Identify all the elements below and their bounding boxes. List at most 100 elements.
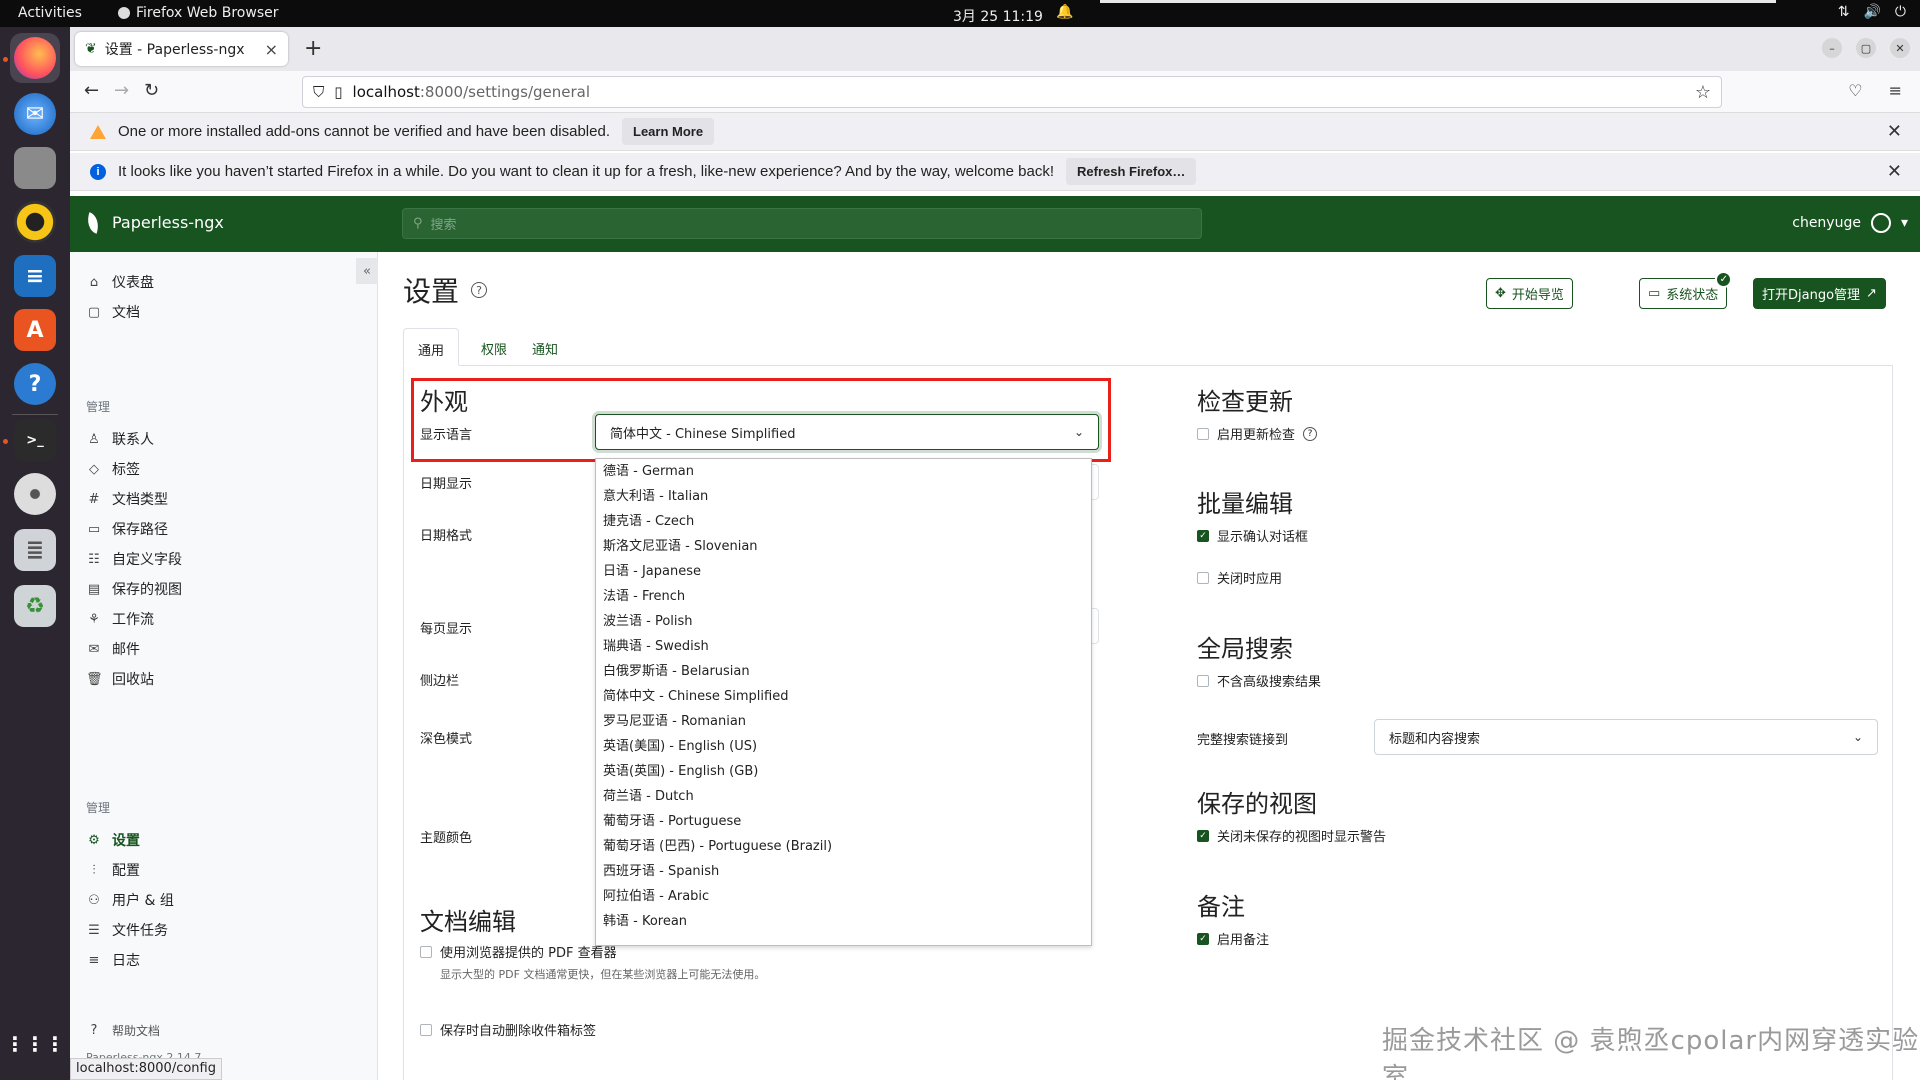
checkbox-box[interactable] xyxy=(1197,674,1209,687)
language-option[interactable]: 白俄罗斯语 - Belarusian xyxy=(596,659,1091,684)
network-icon[interactable]: ⇅ xyxy=(1838,4,1850,20)
checkbox-box[interactable] xyxy=(1197,427,1209,440)
dock-rhythmbox[interactable] xyxy=(10,197,60,247)
show-confirm-dialog-checkbox[interactable]: ✓ 显示确认对话框 xyxy=(1197,526,1308,545)
browser-tab[interactable]: ❦ 设置 - Paperless-ngx × xyxy=(75,32,288,66)
language-option[interactable]: 波兰语 - Polish xyxy=(596,609,1091,634)
checkbox-box[interactable] xyxy=(420,945,432,958)
maximize-button[interactable]: ▢ xyxy=(1856,38,1876,58)
dock-firefox[interactable] xyxy=(10,33,60,83)
checkbox-box[interactable] xyxy=(1197,571,1209,584)
open-django-admin-button[interactable]: 打开Django管理 ↗ xyxy=(1753,278,1886,309)
close-window-button[interactable]: ✕ xyxy=(1890,38,1910,58)
sidebar-item-settings[interactable]: ⚙ 设置 xyxy=(86,830,140,850)
checkbox-box-checked[interactable]: ✓ xyxy=(1197,829,1209,842)
unsaved-warning-checkbox[interactable]: ✓ 关闭未保存的视图时显示警告 xyxy=(1197,826,1386,845)
new-tab-button[interactable]: + xyxy=(304,36,322,61)
language-option[interactable]: 罗马尼亚语 - Romanian xyxy=(596,709,1091,734)
system-tray[interactable]: ⇅ 🔊 ⏻ xyxy=(1838,4,1906,20)
dock-thunderbird[interactable]: ✉ xyxy=(10,89,60,139)
update-check-checkbox[interactable]: 启用更新检查? xyxy=(1197,424,1318,443)
dock-terminal[interactable]: >_ xyxy=(10,415,60,465)
question-circle-icon[interactable]: ? xyxy=(1303,426,1318,441)
language-option[interactable]: 法语 - French xyxy=(596,584,1091,609)
notification-bell-icon[interactable]: 🔔 xyxy=(1056,4,1073,20)
shield-icon[interactable]: ⛉ xyxy=(313,83,324,101)
language-option[interactable]: 韩语 - Korean xyxy=(596,909,1091,934)
sidebar-item-logs[interactable]: ≡ 日志 xyxy=(86,950,140,970)
dock-help[interactable]: ? xyxy=(10,359,60,409)
activities-button[interactable]: Activities xyxy=(18,5,82,21)
brand-link[interactable]: Paperless-ngx xyxy=(83,211,224,234)
language-dropdown-list[interactable]: 德语 - German 意大利语 - Italian 捷克语 - Czech 斯洛文尼… xyxy=(595,458,1092,946)
language-option[interactable]: 德语 - German xyxy=(596,459,1091,484)
global-search-input[interactable]: ⚲ 搜索 xyxy=(402,208,1202,239)
minimize-button[interactable]: – xyxy=(1822,38,1842,58)
auto-remove-inbox-checkbox[interactable]: 保存时自动删除收件箱标签 xyxy=(420,1020,596,1039)
power-icon[interactable]: ⏻ xyxy=(1895,4,1906,20)
sidebar-item-custom-fields[interactable]: ☷ 自定义字段 xyxy=(86,549,182,569)
language-option[interactable]: 意大利语 - Italian xyxy=(596,484,1091,509)
language-option[interactable]: 英语(英国) - English (GB) xyxy=(596,759,1091,784)
language-option[interactable]: 阿拉伯语 - Arabic xyxy=(596,884,1091,909)
language-option[interactable]: 日语 - Japanese xyxy=(596,559,1091,584)
sidebar-item-trash[interactable]: 🗑 回收站 xyxy=(86,669,154,689)
sidebar-item-documents[interactable]: ▢ 文档 xyxy=(86,302,140,322)
checkbox-box-checked[interactable]: ✓ xyxy=(1197,932,1209,945)
sidebar-item-dashboard[interactable]: ⌂ 仪表盘 xyxy=(86,272,154,292)
sidebar-item-saved-views[interactable]: ▤ 保存的视图 xyxy=(86,579,182,599)
reload-button[interactable]: ↻ xyxy=(144,80,159,101)
language-option[interactable]: 斯洛文尼亚语 - Slovenian xyxy=(596,534,1091,559)
tab-notifications[interactable]: 通知 xyxy=(518,328,572,366)
user-menu[interactable]: chenyuge ▾ xyxy=(1792,213,1908,233)
start-tour-button[interactable]: ✥ 开始导览 xyxy=(1486,278,1573,309)
pdf-viewer-checkbox[interactable]: 使用浏览器提供的 PDF 查看器 xyxy=(420,942,617,961)
app-menu[interactable]: Firefox Web Browser xyxy=(118,5,279,21)
dock-disc[interactable] xyxy=(10,469,60,519)
system-status-button[interactable]: ▭ 系统状态 ✓ xyxy=(1639,271,1733,309)
full-search-link-select[interactable]: 标题和内容搜索 ⌄ xyxy=(1374,719,1878,755)
sidebar-item-mail[interactable]: ✉ 邮件 xyxy=(86,639,140,659)
enable-notes-checkbox[interactable]: ✓ 启用备注 xyxy=(1197,929,1269,948)
sidebar-item-users-groups[interactable]: ⚇ 用户 & 组 xyxy=(86,890,174,910)
apply-on-close-checkbox[interactable]: 关闭时应用 xyxy=(1197,568,1282,587)
dock-software[interactable]: A xyxy=(10,305,60,355)
sidebar-item-storage-paths[interactable]: ▭ 保存路径 xyxy=(86,519,168,539)
back-button[interactable]: ← xyxy=(84,80,99,101)
close-icon[interactable]: ✕ xyxy=(1887,161,1902,182)
language-option[interactable]: 简体中文 - Chinese Simplified xyxy=(596,684,1091,709)
bookmark-star-icon[interactable]: ☆ xyxy=(1695,82,1711,103)
show-apps-button[interactable]: ⋮⋮⋮ xyxy=(5,1019,65,1069)
language-option[interactable]: 荷兰语 - Dutch xyxy=(596,784,1091,809)
sidebar-item-configuration[interactable]: ⫶ 配置 xyxy=(86,860,140,880)
tab-permissions[interactable]: 权限 xyxy=(467,328,521,366)
sidebar-item-help[interactable]: ? 帮助文档 xyxy=(86,1022,160,1039)
sidebar-item-correspondents[interactable]: ♙ 联系人 xyxy=(86,429,154,449)
question-circle-icon[interactable]: ? xyxy=(471,282,488,298)
pocket-icon[interactable]: ♡ xyxy=(1848,81,1862,100)
url-bar[interactable]: ⛉ ▯ localhost:8000/settings/general ☆ xyxy=(302,76,1722,108)
dock-files[interactable] xyxy=(10,143,60,193)
close-icon[interactable]: ✕ xyxy=(1887,121,1902,142)
dock-trash[interactable]: ♻ xyxy=(10,581,60,631)
language-option[interactable]: 西班牙语 - Spanish xyxy=(596,859,1091,884)
language-option[interactable]: 葡萄牙语 - Portuguese xyxy=(596,809,1091,834)
language-option[interactable]: 英语(美国) - English (US) xyxy=(596,734,1091,759)
language-option[interactable]: 捷克语 - Czech xyxy=(596,509,1091,534)
menu-icon[interactable]: ≡ xyxy=(1889,81,1902,100)
sidebar-item-workflows[interactable]: ⚘ 工作流 xyxy=(86,609,154,629)
exclude-advanced-checkbox[interactable]: 不含高级搜索结果 xyxy=(1197,671,1321,690)
checkbox-box[interactable] xyxy=(420,1023,432,1036)
refresh-firefox-button[interactable]: Refresh Firefox… xyxy=(1066,158,1197,185)
dock-writer[interactable]: ≡ xyxy=(10,251,60,301)
language-option[interactable]: 葡萄牙语 (巴西) - Portuguese (Brazil) xyxy=(596,834,1091,859)
dock-editor[interactable]: ≣ xyxy=(10,525,60,575)
sidebar-item-tags[interactable]: ◇ 标签 xyxy=(86,459,140,479)
learn-more-button[interactable]: Learn More xyxy=(622,118,715,145)
tab-general[interactable]: 通用 xyxy=(403,328,460,366)
sidebar-item-file-tasks[interactable]: ☰ 文件任务 xyxy=(86,920,168,940)
sidebar-item-document-types[interactable]: # 文档类型 xyxy=(86,489,168,509)
collapse-sidebar-button[interactable]: « xyxy=(356,258,378,284)
volume-icon[interactable]: 🔊 xyxy=(1863,4,1880,20)
tab-close-icon[interactable]: × xyxy=(265,40,278,59)
